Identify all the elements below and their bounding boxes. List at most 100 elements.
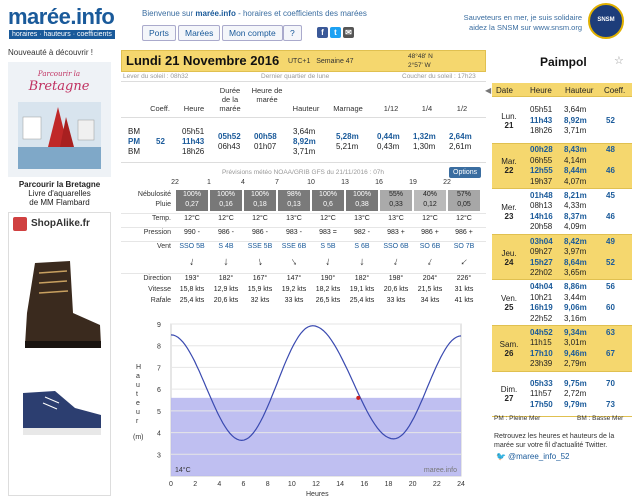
- temp-value: 13°C: [388, 215, 404, 222]
- rp-header-date: Date: [496, 86, 513, 95]
- meteo-title: Prévisions météo NOAA/GRIB GFS du 21/11/…: [221, 169, 385, 176]
- day-time: 01h48: [530, 190, 553, 200]
- nav-mon-compte[interactable]: Mon compte: [222, 25, 283, 41]
- rafale-value: 25,4 kts: [349, 297, 375, 304]
- tide-durees: 05h52 06h43: [218, 132, 241, 151]
- day-time: 04h52: [530, 327, 553, 337]
- direction-value: 167°: [252, 275, 268, 282]
- prev-arrow-icon[interactable]: ◀: [485, 86, 491, 95]
- shop-ad[interactable]: ShopAlike.fr: [8, 212, 111, 496]
- snsm-text[interactable]: Sauveteurs en mer, je suis solidaire aide…: [452, 13, 582, 33]
- nebulosite-value: 100%: [319, 191, 337, 198]
- day-coeff: 46: [606, 166, 615, 176]
- pression-value: 986 -: [252, 229, 268, 236]
- day-num: 26: [504, 348, 514, 358]
- pluie-value: 0,16: [219, 201, 233, 208]
- divider: [121, 117, 486, 118]
- nebulosite-value: 100%: [251, 191, 269, 198]
- tide-heure-maree: 00h58 01h07: [254, 132, 277, 151]
- meteo-hour: 1: [207, 179, 211, 186]
- y-axis-label-char: e: [136, 400, 140, 407]
- temp-value: 13°C: [286, 215, 302, 222]
- day-row-25[interactable]: Ven. 25 04h04 8,86m 56 10h21 3,44m 16h19 9,06m 60…: [492, 280, 632, 326]
- day-time: 05h33: [530, 378, 553, 388]
- day-height: 8,42m: [564, 236, 587, 246]
- day-row-23[interactable]: Mer. 23 01h48 8,21m 45 08h13 4,33m 14h16 8,37m 46…: [492, 189, 632, 235]
- temp-value: 12°C: [320, 215, 336, 222]
- tide-hauteurs: 3,64m 8,92m 3,71m: [293, 127, 316, 156]
- nav-ports[interactable]: Ports: [142, 25, 176, 41]
- pluie-value: 0,38: [355, 201, 369, 208]
- day-coeff: 49: [606, 236, 615, 246]
- direction-value: 182°: [354, 275, 370, 282]
- x-tick-label: 14: [336, 481, 344, 488]
- direction-value: 182°: [218, 275, 234, 282]
- site-logo[interactable]: marée.info: [8, 4, 115, 30]
- temp-value: 12°C: [422, 215, 438, 222]
- vitesse-value: 18,2 kts: [315, 286, 341, 293]
- nav-marees[interactable]: Marées: [178, 25, 221, 41]
- y-axis-unit: (m): [133, 434, 144, 441]
- x-tick-label: 22: [433, 481, 441, 488]
- x-tick-label: 16: [360, 481, 368, 488]
- welcome-text: Bienvenue sur marée.info - horaires et c…: [142, 9, 367, 18]
- ad-book-title: Bretagne: [28, 79, 90, 94]
- day-row-21[interactable]: Lun. 21 05h51 3,64m 11h43 8,92m 52 18h26 3,71m: [492, 98, 632, 144]
- day-row-26[interactable]: Sam. 26 04h52 9,34m 63 11h15 3,01m 17h10 9,46m 67…: [492, 326, 632, 372]
- day-row-24[interactable]: Jeu. 24 03h04 8,42m 49 09h27 3,97m 15h27 8,64m 52…: [492, 234, 632, 281]
- twitter-handle[interactable]: @maree_info_52: [508, 452, 570, 461]
- day-label: Mer. 23: [494, 203, 524, 221]
- day-coeff: 70: [606, 378, 615, 388]
- facebook-icon[interactable]: f: [317, 27, 328, 38]
- favorite-star-icon[interactable]: ☆: [614, 54, 624, 67]
- rafale-value: 32 kts: [250, 297, 270, 304]
- day-time: 22h52: [530, 313, 553, 323]
- vitesse-value: 19,1 kts: [349, 286, 375, 293]
- nav-help[interactable]: ?: [283, 25, 302, 41]
- ad-caption[interactable]: Parcourir la Bretagne Livre d'aquarelles…: [8, 180, 111, 207]
- day-time: 22h02: [530, 268, 553, 278]
- mail-icon[interactable]: ✉: [343, 27, 354, 38]
- day-height: 3,65m: [564, 268, 587, 278]
- day-num: 22: [504, 166, 514, 176]
- vitesse-value: 15,9 kts: [247, 286, 273, 293]
- day-time: 03h04: [530, 236, 553, 246]
- rafale-value: 26,5 kts: [315, 297, 341, 304]
- meteo-divider: [121, 273, 486, 274]
- tide-half: 2,64m 2,61m: [449, 132, 472, 151]
- twitter-bird-icon[interactable]: 🐦: [496, 452, 506, 461]
- day-height: 2,72m: [564, 389, 587, 399]
- snsm-logo[interactable]: SNSM: [588, 3, 624, 39]
- pluie-value: 0,13: [287, 201, 301, 208]
- rp-header-hauteur: Hauteur: [565, 86, 594, 95]
- day-coeff: 56: [606, 282, 615, 292]
- tide-chart: 3 4 5 6 7 8 9 0 2 4 6 8 10 12 14 16 18 20 22 24 Heures Ha u t e u…: [121, 314, 486, 498]
- nebulosite-value: 100%: [217, 191, 235, 198]
- x-axis-label: Heures: [306, 491, 329, 496]
- pression-value: 986 +: [455, 229, 473, 236]
- day-time: 05h51: [530, 105, 553, 115]
- meteo-hour: 16: [375, 179, 383, 186]
- ad-book-image[interactable]: Parcourir la Bretagne: [8, 62, 111, 177]
- x-tick-label: 4: [217, 481, 221, 488]
- watermark: maree.info: [424, 467, 457, 474]
- day-dow: Dim.: [500, 385, 518, 395]
- wind-arrow-icon: ↑: [359, 255, 365, 269]
- y-tick-label: 3: [157, 452, 161, 459]
- day-time: 08h13: [530, 201, 553, 211]
- day-height: 8,86m: [564, 282, 587, 292]
- day-height: 8,43m: [564, 145, 587, 155]
- port-name[interactable]: Paimpol: [540, 55, 587, 69]
- pression-value: 983 -: [286, 229, 302, 236]
- wind-arrow-icon: ↑: [187, 255, 197, 269]
- direction-value: 198°: [388, 275, 404, 282]
- day-row-27[interactable]: Dim. 27 05h33 9,75m 70 11h57 2,72m 17h50 9,79m 73: [492, 371, 632, 418]
- day-time: 09h27: [530, 247, 553, 257]
- y-axis-label-char: H: [136, 364, 141, 371]
- y-axis-label-char: u: [136, 382, 140, 389]
- vent-value: S 6B: [354, 243, 370, 250]
- day-row-22[interactable]: Mar. 22 00h28 8,43m 48 06h55 4,14m 12h55 8,44m 46…: [492, 143, 632, 190]
- twitter-icon[interactable]: t: [330, 27, 341, 38]
- meteo-label-vent: Vent: [156, 243, 171, 250]
- pluie-value: 0,12: [423, 201, 437, 208]
